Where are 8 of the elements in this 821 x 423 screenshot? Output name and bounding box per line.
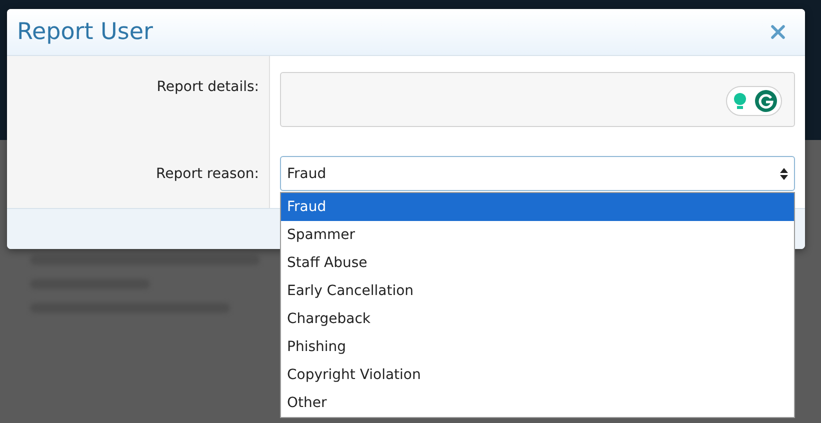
- report-details-field[interactable]: [280, 72, 795, 127]
- dropdown-option[interactable]: Fraud: [281, 193, 794, 221]
- sort-arrows-icon: [780, 168, 788, 180]
- report-reason-select[interactable]: Fraud: [280, 156, 795, 191]
- field-label: Report details:: [156, 79, 259, 97]
- writing-assistant-icon[interactable]: [726, 86, 782, 116]
- field-label: Report reason:: [156, 166, 259, 184]
- dialog-title: Report User: [17, 19, 153, 45]
